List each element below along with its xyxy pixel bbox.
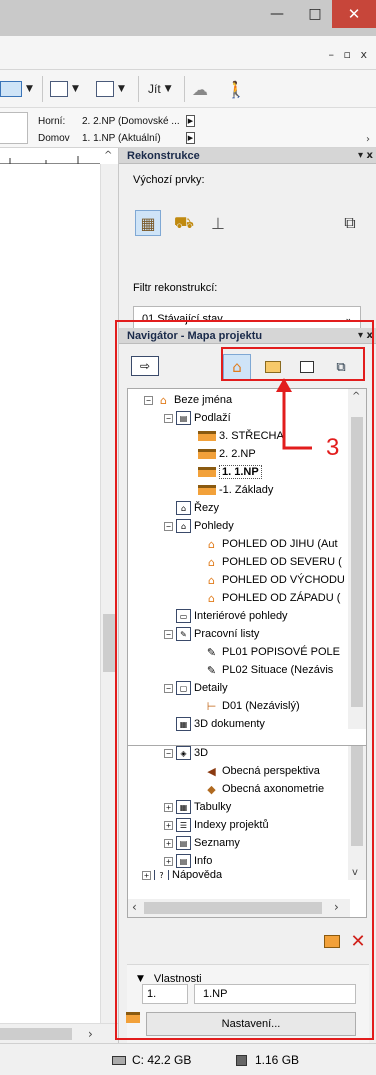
disk-icon bbox=[112, 1055, 126, 1065]
status-bar: C: 42.2 GB 1.16 GB bbox=[0, 1043, 376, 1075]
brick-wall-icon: ▦ bbox=[140, 213, 156, 233]
maximize-button[interactable]: □ bbox=[298, 0, 332, 28]
floor-plan-icon[interactable] bbox=[0, 81, 22, 97]
annotation-arrow bbox=[276, 378, 312, 450]
chevron-down-icon[interactable]: ▼ bbox=[118, 84, 125, 94]
settings-button-visible[interactable]: Nastavení... bbox=[146, 1012, 356, 1036]
panel-menu-icon[interactable]: ▾ x bbox=[358, 150, 373, 161]
standard-toolbar: ▼ ▼ ▼ Jít ▼ ☁ 🚶 bbox=[0, 70, 376, 108]
reconstruction-title: Rekonstrukce bbox=[127, 149, 200, 162]
scroll-thumb[interactable] bbox=[0, 1028, 72, 1040]
home-story-row: Domov 1. 1.NP (Aktuální) ▶ bbox=[38, 130, 195, 146]
minimize-button[interactable]: — bbox=[256, 0, 298, 28]
fly-icon[interactable]: ☁ bbox=[192, 80, 208, 99]
menu-bar: – ▫ x bbox=[0, 36, 376, 70]
demolished-elements-button[interactable]: ⛟ bbox=[171, 210, 197, 236]
existing-elements-button[interactable]: ▦ bbox=[135, 210, 161, 236]
close-button[interactable]: ✕ bbox=[332, 0, 376, 28]
crane-icon: ⊥ bbox=[211, 213, 225, 233]
goto-group[interactable]: Jít ▼ bbox=[148, 76, 176, 102]
title-bar: — □ ✕ bbox=[0, 0, 376, 36]
canvas-horizontal-scrollbar[interactable]: › bbox=[0, 1023, 118, 1043]
bulldozer-icon: ⛟ bbox=[173, 212, 195, 232]
upper-story-label: Horní: bbox=[38, 115, 66, 127]
reconstruction-settings-button[interactable]: ⧉ bbox=[337, 210, 363, 236]
goto-button[interactable]: Jít bbox=[148, 82, 161, 96]
chevron-down-icon[interactable]: ▼ bbox=[26, 84, 33, 94]
view-mode-group[interactable]: ▼ bbox=[0, 76, 37, 102]
disk-space: C: 42.2 GB bbox=[112, 1053, 191, 1067]
layout-group[interactable]: ▼ bbox=[96, 76, 129, 102]
default-elements-label: Výchozí prvky: bbox=[133, 174, 205, 186]
memory-icon bbox=[236, 1054, 247, 1066]
layout-icon[interactable] bbox=[96, 81, 114, 97]
memory-usage: 1.16 GB bbox=[236, 1053, 299, 1067]
chevron-down-icon[interactable]: ▼ bbox=[165, 84, 172, 94]
reconstruction-header: Rekonstrukce ▾ x bbox=[119, 148, 376, 164]
reconstruction-panel: Výchozí prvky: ▦ ⛟ ⊥ ⧉ Filtr rekonstrukc… bbox=[119, 172, 376, 332]
chevron-right-icon[interactable]: ▶ bbox=[186, 115, 195, 127]
3d-window-icon[interactable] bbox=[50, 81, 68, 97]
walk-icon[interactable]: 🚶 bbox=[226, 80, 246, 99]
3d-view-group[interactable]: ▼ bbox=[50, 76, 83, 102]
home-story-value: 1. 1.NP (Aktuální) bbox=[82, 132, 161, 144]
story-box[interactable] bbox=[0, 112, 28, 144]
chevron-up-icon[interactable]: ^ bbox=[104, 150, 112, 161]
filter-label: Filtr rekonstrukcí: bbox=[133, 282, 218, 294]
new-elements-button[interactable]: ⊥ bbox=[205, 210, 231, 236]
drawing-canvas[interactable]: ^ v › bbox=[0, 148, 118, 1043]
chevron-right-icon[interactable]: › bbox=[88, 1027, 93, 1041]
upper-story-row: Horní: 2. 2.NP (Domovské ... ▶ bbox=[38, 113, 195, 129]
annotation-number: 3 bbox=[326, 434, 340, 461]
story-selector: Horní: 2. 2.NP (Domovské ... ▶ Domov 1. … bbox=[0, 108, 376, 148]
upper-story-value: 2. 2.NP (Domovské ... bbox=[82, 115, 180, 127]
chevron-down-icon[interactable]: ▼ bbox=[72, 84, 79, 94]
mdi-controls[interactable]: – ▫ x bbox=[329, 48, 370, 61]
ruler bbox=[0, 148, 100, 164]
ruler-ticks bbox=[9, 156, 79, 164]
home-story-label: Domov bbox=[38, 132, 70, 144]
chevron-right-icon[interactable]: ▶ bbox=[186, 132, 195, 144]
chevron-right-icon[interactable]: › bbox=[366, 134, 370, 145]
layers-icon: ⧉ bbox=[344, 213, 356, 232]
annotation-frame bbox=[115, 320, 374, 1040]
